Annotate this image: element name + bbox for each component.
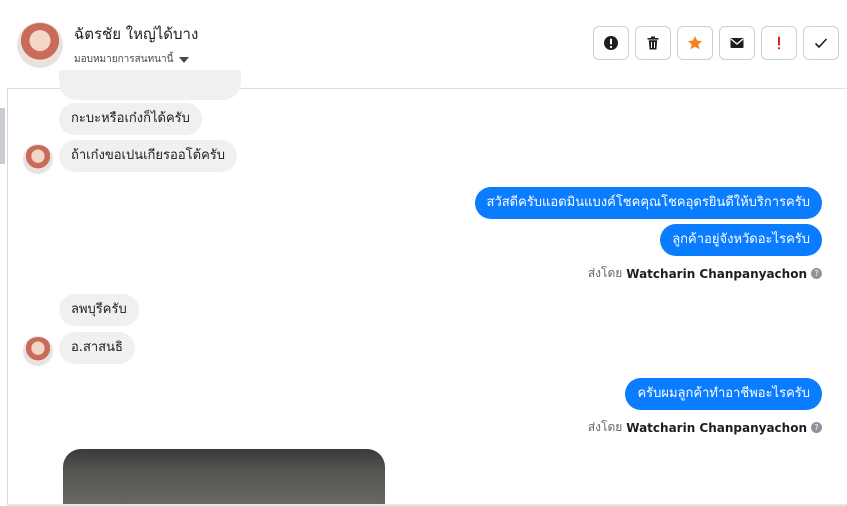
mark-spam-button[interactable]: [593, 26, 629, 60]
contact-name[interactable]: ฉัตรชัย ใหญ่ได้บาง: [74, 22, 198, 46]
sent-by-label: ส่งโดย Watcharin Chanpanyachon ?: [588, 264, 822, 283]
alert-circle-icon: [604, 36, 618, 50]
message-bubble-clipped: [59, 70, 241, 100]
check-icon: [814, 38, 828, 49]
message-incoming: กะบะหรือเก๋งก็ได้ครับ: [59, 103, 202, 135]
help-icon[interactable]: ?: [811, 422, 822, 433]
sent-by-name[interactable]: Watcharin Chanpanyachon: [626, 421, 807, 435]
contact-avatar[interactable]: [17, 22, 63, 68]
exclamation-icon: [778, 36, 780, 50]
star-button[interactable]: [677, 26, 713, 60]
message-outgoing: สวัสดีครับแอดมินแบงค์โชคคุณโชคอุดรยินดีใ…: [474, 187, 822, 219]
mark-done-button[interactable]: [803, 26, 839, 60]
photo-attachment[interactable]: [63, 449, 385, 506]
contact-avatar-small[interactable]: [23, 144, 53, 174]
sent-by-prefix: ส่งโดย: [587, 420, 623, 434]
envelope-icon: [730, 38, 744, 48]
flag-important-button[interactable]: [761, 26, 797, 60]
message-incoming: ถ้าเก๋งขอเปนเกียรออโต้ครับ: [59, 140, 237, 172]
mark-unread-button[interactable]: [719, 26, 755, 60]
assign-conversation-dropdown[interactable]: มอบหมายการสนทนานี้: [74, 52, 190, 67]
sent-by-label: ส่งโดย Watcharin Chanpanyachon ?: [588, 418, 822, 437]
star-icon: [688, 36, 702, 50]
caret-down-icon: [179, 56, 190, 63]
sent-by-prefix: ส่งโดย: [587, 266, 623, 280]
sent-by-name[interactable]: Watcharin Chanpanyachon: [626, 267, 807, 281]
header-actions: [593, 26, 839, 60]
trash-icon: [647, 36, 659, 50]
message-outgoing: ลูกค้าอยู่จังหวัดอะไรครับ: [660, 224, 822, 256]
message-incoming: อ.สาสนธิ: [59, 332, 135, 364]
contact-avatar-small[interactable]: [23, 336, 53, 366]
message-incoming: ลพบุรีครับ: [59, 294, 139, 326]
message-outgoing: ครับผมลูกค้าทำอาชีพอะไรครับ: [625, 378, 822, 410]
help-icon[interactable]: ?: [811, 268, 822, 279]
scrollbar-thumb[interactable]: [0, 108, 5, 164]
delete-button[interactable]: [635, 26, 671, 60]
assign-label: มอบหมายการสนทนานี้: [74, 54, 174, 65]
